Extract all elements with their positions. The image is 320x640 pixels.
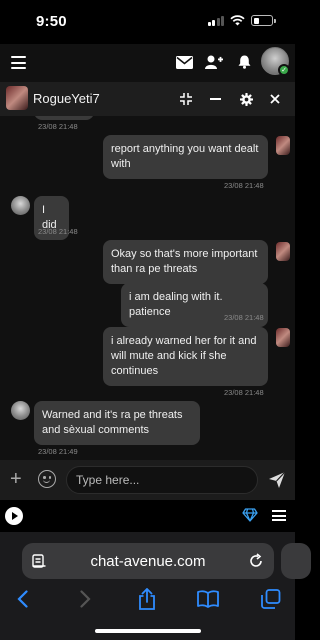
avatar[interactable]: ✓ xyxy=(261,47,290,76)
message-time: 23/08 21:48 xyxy=(224,181,264,190)
plus-icon[interactable]: + xyxy=(10,469,22,489)
browser-toolbar: chat-avenue.com xyxy=(0,532,311,640)
message-list[interactable]: 23/08 21:48 report anything you want dea… xyxy=(0,116,295,460)
send-icon[interactable] xyxy=(268,471,286,489)
message-bubble: Okay so that's more important than ra pe… xyxy=(103,240,268,284)
minimize-icon[interactable] xyxy=(177,90,195,108)
chat-username[interactable]: RogueYeti7 xyxy=(33,91,100,106)
message-avatar xyxy=(276,328,290,347)
next-tab-preview[interactable] xyxy=(281,543,311,579)
online-status-icon: ✓ xyxy=(278,64,290,76)
site-player-bar xyxy=(0,500,295,532)
message-avatar xyxy=(11,401,30,420)
add-user-icon[interactable] xyxy=(204,52,224,72)
message-bubble-partial xyxy=(34,116,94,120)
signal-icon xyxy=(207,15,224,26)
emoji-icon[interactable] xyxy=(38,470,56,488)
message-time: 23/08 21:48 xyxy=(224,313,264,322)
status-bar: 9:50 xyxy=(0,0,295,44)
message-input[interactable] xyxy=(66,466,258,494)
mail-icon[interactable] xyxy=(174,52,194,72)
message-time: 23/08 21:48 xyxy=(224,388,264,397)
reload-icon[interactable] xyxy=(248,553,264,569)
message-avatar xyxy=(11,196,30,215)
message-avatar xyxy=(276,136,290,155)
chat-user-avatar[interactable] xyxy=(6,86,28,110)
message-avatar xyxy=(276,242,290,261)
url-text: chat-avenue.com xyxy=(90,553,206,570)
share-icon[interactable] xyxy=(134,586,160,612)
status-time: 9:50 xyxy=(36,13,67,30)
message-bubble: i already warned her for it and will mut… xyxy=(103,327,268,386)
dash-icon[interactable] xyxy=(206,90,224,108)
hamburger-icon[interactable] xyxy=(11,56,26,69)
home-indicator xyxy=(95,629,201,633)
message-bubble: Warned and it's ra pe threats and sèxual… xyxy=(34,401,200,445)
forward-icon[interactable] xyxy=(72,586,98,612)
message-time: 23/08 21:48 xyxy=(38,227,78,236)
tabs-icon[interactable] xyxy=(258,586,284,612)
message-time: 23/08 21:49 xyxy=(38,447,78,456)
address-bar[interactable]: chat-avenue.com xyxy=(22,543,274,579)
back-icon[interactable] xyxy=(9,586,35,612)
message-bubble: report anything you want dealt with xyxy=(103,135,268,179)
close-icon[interactable] xyxy=(266,90,284,108)
battery-icon xyxy=(251,15,276,26)
app-header: ✓ xyxy=(0,44,295,82)
private-chat-header: RogueYeti7 xyxy=(0,82,295,116)
play-icon[interactable] xyxy=(5,507,23,525)
browser-nav-row xyxy=(0,586,295,616)
bell-icon[interactable] xyxy=(234,52,254,72)
diamond-icon[interactable] xyxy=(242,508,258,522)
status-icons xyxy=(207,15,276,26)
message-composer: + xyxy=(0,460,295,500)
menu-icon[interactable] xyxy=(272,510,286,521)
bookmarks-icon[interactable] xyxy=(195,586,221,612)
message-time: 23/08 21:48 xyxy=(38,122,78,131)
gear-icon[interactable] xyxy=(237,90,255,108)
wifi-icon xyxy=(230,15,245,26)
